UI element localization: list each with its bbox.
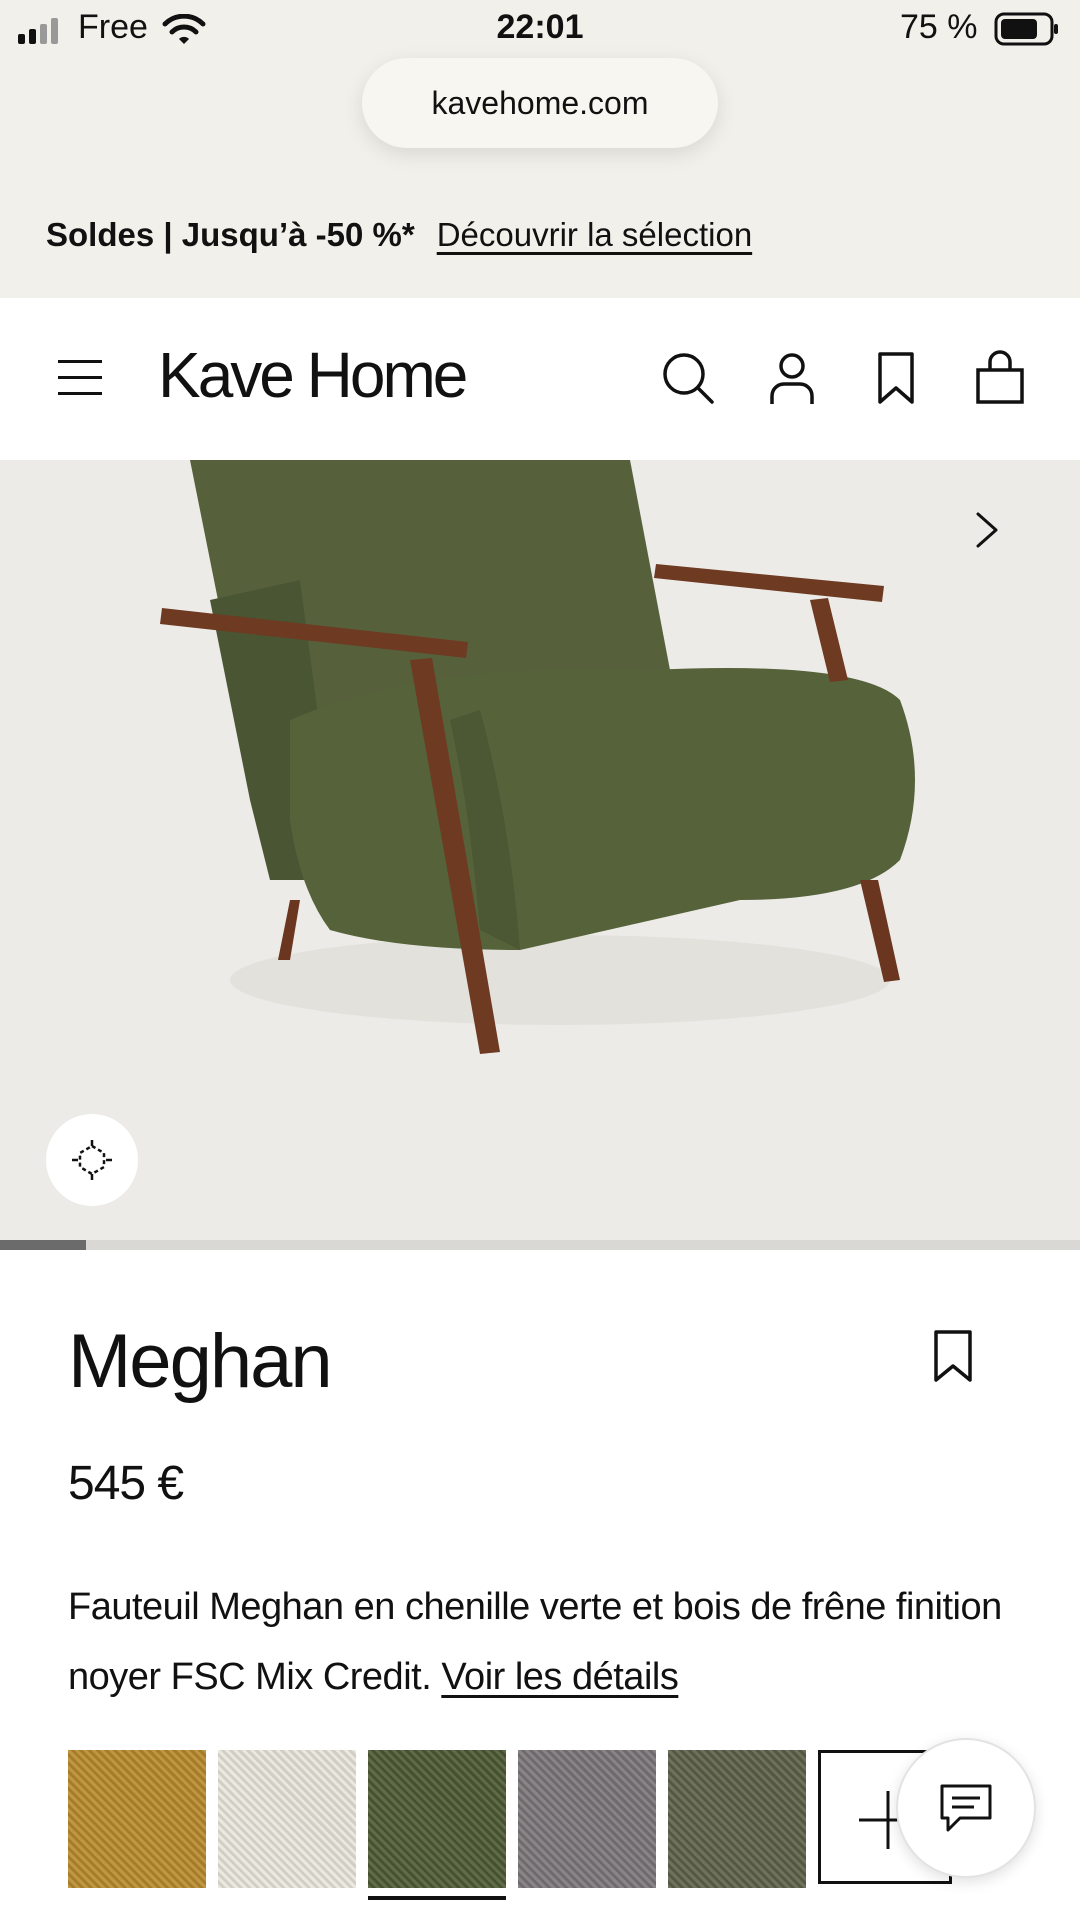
color-swatch[interactable] bbox=[68, 1750, 206, 1888]
account-icon[interactable] bbox=[764, 350, 820, 406]
color-swatch[interactable] bbox=[668, 1750, 806, 1888]
chat-button[interactable] bbox=[896, 1738, 1036, 1878]
search-icon[interactable] bbox=[660, 350, 716, 406]
color-swatch[interactable] bbox=[368, 1750, 506, 1888]
menu-icon[interactable] bbox=[58, 358, 102, 398]
details-link[interactable]: Voir les détails bbox=[441, 1656, 679, 1698]
product-image-armchair bbox=[160, 460, 915, 1054]
bookmark-icon[interactable] bbox=[868, 350, 924, 406]
chevron-right-icon[interactable] bbox=[970, 510, 1004, 550]
product-description: Fauteuil Meghan en chenille verte et boi… bbox=[68, 1572, 1028, 1712]
site-logo[interactable]: Kave Home bbox=[158, 338, 468, 412]
status-bar: Free 22:01 75 % bbox=[0, 0, 1080, 60]
gallery-progress-track bbox=[0, 1240, 1080, 1250]
promo-banner: Soldes | Jusqu’à -50 %* Découvrir la sél… bbox=[46, 216, 752, 254]
color-swatch[interactable] bbox=[518, 1750, 656, 1888]
product-price: 545 € bbox=[68, 1457, 184, 1510]
chat-icon bbox=[940, 1784, 992, 1832]
promo-link[interactable]: Découvrir la sélection bbox=[437, 216, 752, 254]
bookmark-icon[interactable] bbox=[930, 1328, 976, 1384]
selected-swatch-indicator bbox=[368, 1896, 506, 1900]
bag-icon[interactable] bbox=[972, 350, 1028, 406]
ar-view-button[interactable] bbox=[46, 1114, 138, 1206]
ar-view-icon bbox=[72, 1140, 112, 1180]
product-image-gallery[interactable] bbox=[0, 460, 1080, 1240]
battery-percentage: 75 % bbox=[900, 8, 978, 46]
color-swatch[interactable] bbox=[218, 1750, 356, 1888]
promo-text: Soldes | Jusqu’à -50 %* bbox=[46, 216, 415, 253]
battery-icon bbox=[994, 12, 1058, 46]
product-title: Meghan bbox=[68, 1319, 333, 1404]
gallery-progress-fill bbox=[0, 1240, 87, 1250]
url-bar[interactable]: kavehome.com bbox=[362, 58, 718, 148]
url-text: kavehome.com bbox=[431, 84, 649, 121]
